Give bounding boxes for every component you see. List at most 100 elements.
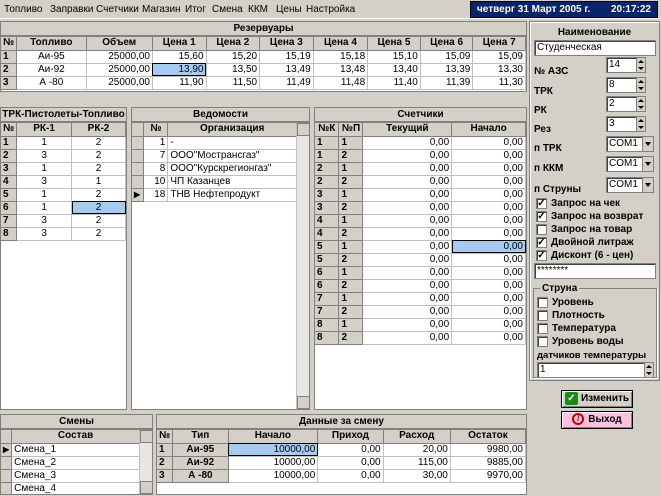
col-header[interactable]: Цена 5 [367, 37, 421, 51]
cell[interactable]: 8 [143, 162, 169, 176]
cell[interactable]: 15,09 [472, 50, 526, 64]
menu-total[interactable]: Итог [185, 4, 206, 15]
cell[interactable]: 11,50 [206, 76, 261, 90]
sensors-count-spinner[interactable]: 1 [537, 362, 654, 378]
cell[interactable]: 9980,00 [450, 443, 526, 457]
cell[interactable]: 3 [16, 214, 73, 228]
cell[interactable]: 0,00 [317, 443, 384, 457]
menu-kkm[interactable]: ККМ [248, 4, 268, 15]
col-header[interactable]: № [157, 430, 174, 444]
cell[interactable]: 1 [71, 175, 126, 189]
cell[interactable]: 0,00 [362, 279, 453, 293]
check-level[interactable]: Уровень [537, 297, 594, 309]
col-header[interactable]: №П [338, 123, 364, 137]
col-header[interactable]: Приход [317, 430, 384, 444]
cell[interactable]: 7 [143, 149, 169, 163]
cell[interactable]: 0,00 [362, 201, 453, 215]
cell[interactable]: 0,00 [451, 201, 526, 215]
cell[interactable]: 0,00 [451, 136, 526, 150]
cell[interactable]: 13,48 [313, 63, 369, 77]
cell[interactable]: 25000,00 [86, 76, 153, 90]
cell[interactable]: 9885,00 [450, 456, 526, 470]
col-header[interactable]: Текущий [362, 123, 453, 137]
check-discount[interactable]: ✓ Дисконт (6 - цен) [536, 250, 633, 262]
table-row[interactable]: 1 Аи-95 10000,00 0,00 20,00 9980,00 [157, 443, 526, 457]
cell[interactable]: 11,30 [472, 76, 526, 90]
station-name-field[interactable]: Студенческая [534, 40, 656, 56]
col-header[interactable]: Тип [172, 430, 229, 444]
chevron-down-icon[interactable] [642, 137, 653, 151]
cell[interactable]: ЧП Казанцев [167, 175, 297, 189]
table-row[interactable]: 1 Аи-95 25000,00 15,60 15,20 15,19 15,18… [1, 50, 526, 64]
cell[interactable]: 15,18 [313, 50, 369, 64]
check-receipt-request[interactable]: ✓ Запрос на чек [536, 198, 620, 210]
cell[interactable]: 1 [16, 162, 73, 176]
table-row[interactable]: 7 ООО"Мострансгаз" [132, 149, 297, 163]
table-row[interactable]: 3 А -80 10000,00 0,00 30,00 9970,00 [157, 469, 526, 483]
cell[interactable]: 3 [16, 149, 73, 163]
checkbox[interactable] [537, 297, 548, 308]
spinner-arrows-icon[interactable] [636, 78, 645, 92]
table-row[interactable]: 2 1 0,00 0,00 [315, 162, 526, 176]
cell[interactable]: 15,19 [259, 50, 314, 64]
cell[interactable]: 2 [71, 136, 126, 150]
table-row[interactable]: 6 2 0,00 0,00 [315, 279, 526, 293]
checkbox[interactable] [536, 224, 547, 235]
pistols-grid[interactable]: № РК-1 РК-2 112 232 312 431 512 612 732 … [0, 122, 127, 410]
cell[interactable]: 1 [16, 201, 73, 215]
spinner-arrows-icon[interactable] [636, 97, 645, 111]
cell[interactable]: 1 [143, 136, 169, 150]
cell[interactable]: 15,20 [206, 50, 261, 64]
cell[interactable]: 15,09 [420, 50, 474, 64]
check-density[interactable]: Плотность [537, 310, 605, 322]
table-row[interactable]: 431 [1, 175, 126, 189]
cell[interactable]: 11,48 [313, 76, 369, 90]
cell[interactable]: 0,00 [317, 456, 384, 470]
table-row[interactable]: 1 1 0,00 0,00 [315, 136, 526, 150]
cell[interactable]: 0,00 [317, 469, 384, 483]
shifts-grid[interactable]: Состав ▶ Смена_1 Смена_2 Смена_3 Смена_4 [0, 429, 153, 495]
cell[interactable]: 11,39 [420, 76, 474, 90]
col-header[interactable]: Цена 7 [472, 37, 526, 51]
cell[interactable]: 2 [71, 162, 126, 176]
menu-settings[interactable]: Настройка [306, 4, 355, 15]
cell[interactable]: 1 [16, 188, 73, 202]
table-row[interactable]: 7 1 0,00 0,00 [315, 292, 526, 306]
table-row[interactable]: ▶ Смена_1 [1, 443, 140, 457]
table-row[interactable]: 4 2 0,00 0,00 [315, 227, 526, 241]
cell[interactable]: 13,40 [367, 63, 421, 77]
scroll-down-button[interactable] [297, 396, 309, 409]
cell[interactable]: 0,00 [362, 227, 453, 241]
table-row[interactable]: 2 Аи-92 10000,00 0,00 115,00 9885,00 [157, 456, 526, 470]
table-row[interactable]: 7 2 0,00 0,00 [315, 305, 526, 319]
cell[interactable]: 11,49 [259, 76, 314, 90]
cell[interactable]: 0,00 [451, 214, 526, 228]
col-header[interactable]: № [143, 123, 169, 137]
menu-fuelings[interactable]: Заправки [50, 4, 93, 15]
cell[interactable]: 0,00 [362, 162, 453, 176]
check-water-level[interactable]: Уровень воды [537, 336, 623, 348]
cell[interactable]: 2 [71, 149, 126, 163]
table-row[interactable]: 232 [1, 149, 126, 163]
table-row[interactable]: 8 2 0,00 0,00 [315, 331, 526, 345]
cell[interactable]: 115,00 [383, 456, 451, 470]
cell[interactable]: 25000,00 [86, 63, 153, 77]
cell[interactable]: 0,00 [362, 266, 453, 280]
table-row[interactable]: 4 1 0,00 0,00 [315, 214, 526, 228]
checkbox[interactable]: ✓ [536, 250, 547, 261]
selected-cell[interactable]: 0,00 [451, 240, 526, 254]
cell[interactable]: - [167, 136, 297, 150]
scroll-up-button[interactable] [140, 430, 152, 443]
col-header[interactable]: Начало [451, 123, 526, 137]
col-header[interactable]: № [1, 123, 18, 137]
col-header[interactable]: Состав [11, 430, 140, 444]
cell[interactable]: 13,39 [420, 63, 474, 77]
check-double-liter[interactable]: ✓ Двойной литраж [536, 237, 634, 249]
cell[interactable]: 25000,00 [86, 50, 153, 64]
chevron-down-icon[interactable] [642, 178, 653, 192]
cell[interactable]: 0,00 [362, 188, 453, 202]
table-row[interactable]: 832 [1, 227, 126, 241]
exit-button[interactable]: / Выход [561, 411, 633, 429]
cell[interactable]: 0,00 [362, 292, 453, 306]
cell[interactable]: 0,00 [362, 136, 453, 150]
